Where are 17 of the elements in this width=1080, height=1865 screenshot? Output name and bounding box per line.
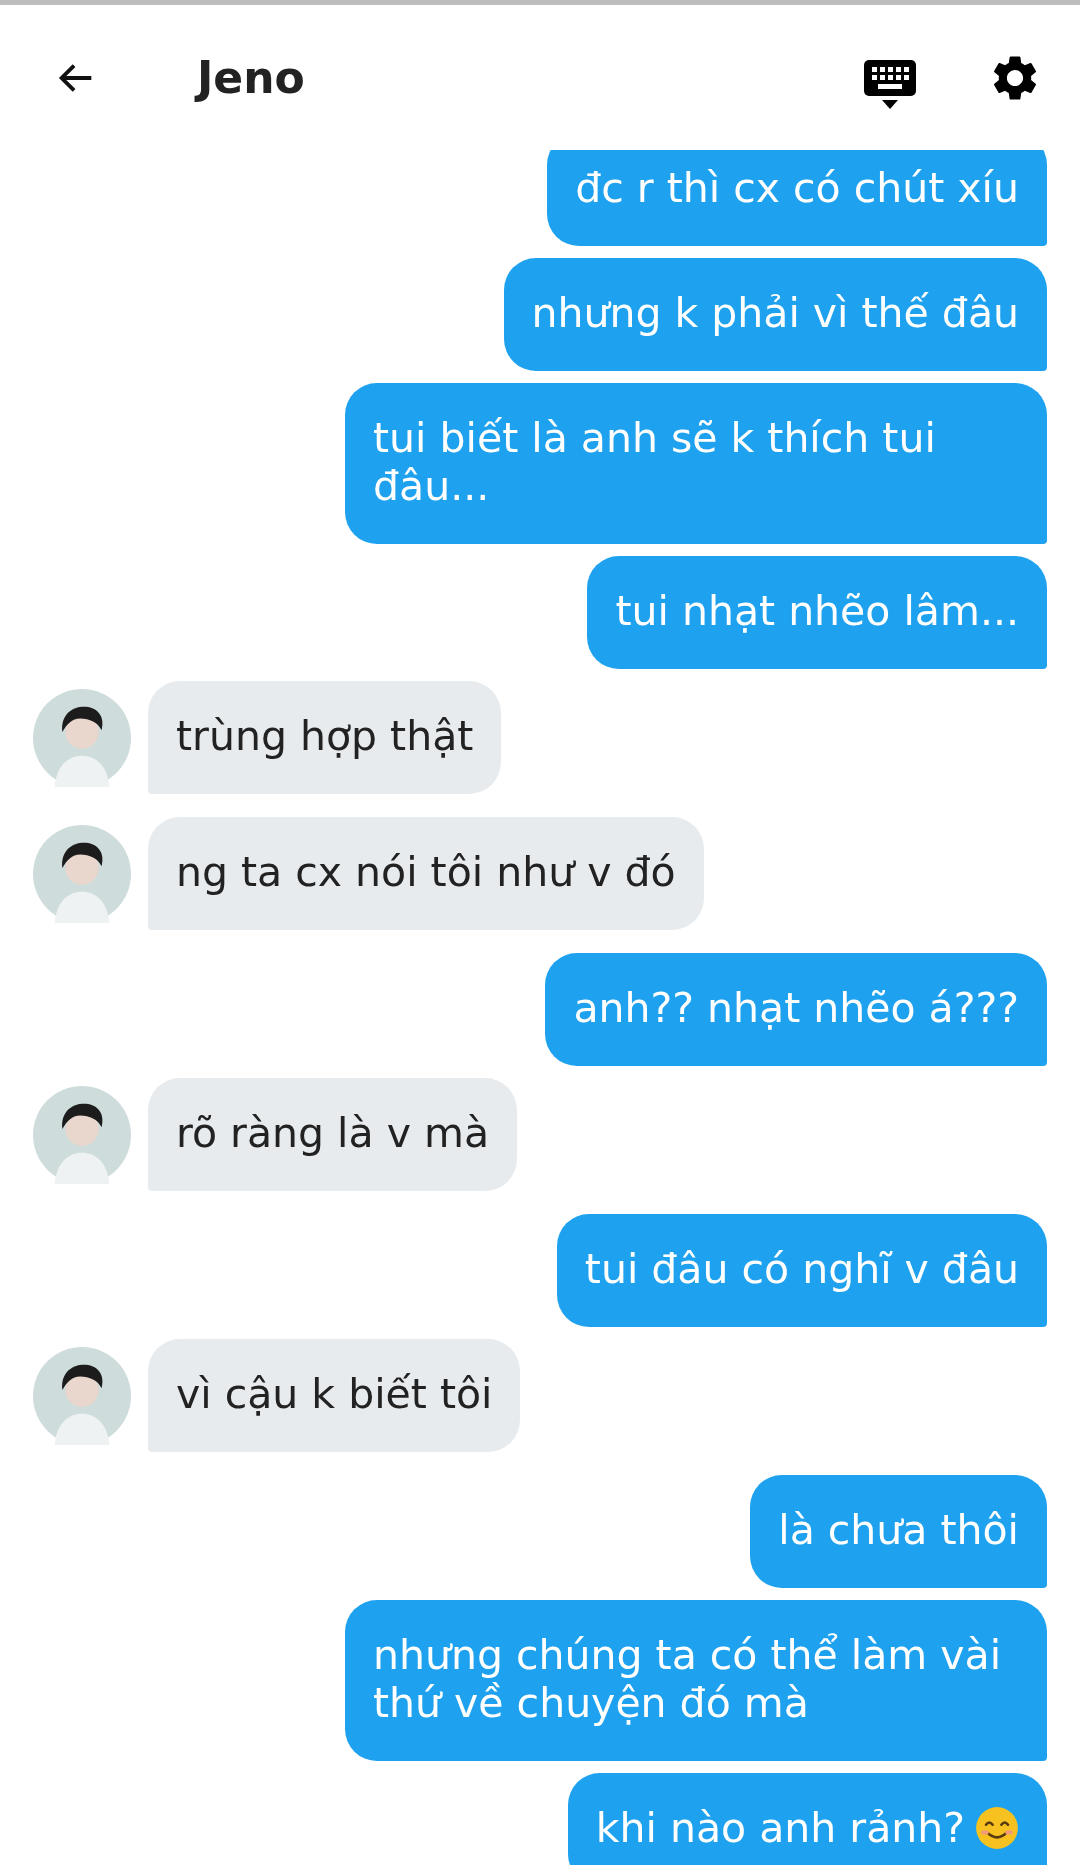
message-bubble: vì cậu k biết tôi (148, 1339, 521, 1452)
avatar-icon[interactable] (33, 1346, 131, 1445)
message-bubble: tui đâu có nghĩ v đâu (556, 1214, 1047, 1327)
avatar-icon[interactable] (33, 1085, 131, 1184)
message-bubble: ng ta cx nói tôi như v đó (148, 817, 704, 930)
avatar-icon[interactable] (33, 824, 131, 923)
avatar-icon[interactable] (33, 688, 131, 787)
message-bubble: đc r thì cx có chút xíu (547, 150, 1047, 246)
message-bubble: tui nhạt nhẽo lâm... (587, 556, 1047, 669)
message-bubble: rõ ràng là v mà (148, 1078, 517, 1191)
message-bubble: tui biết là anh sẽ k thích tui đâu... (345, 383, 1047, 544)
message-bubble: nhưng k phải vì thế đâu (503, 258, 1047, 371)
message-bubble: là chưa thôi (750, 1475, 1047, 1588)
message-bubble: nhưng chúng ta có thể làm vài thứ về chuyện đó mà (345, 1600, 1047, 1761)
message-bubble: anh?? nhạt nhẽo á??? (545, 953, 1047, 1066)
message-bubble: trùng hợp thật (148, 681, 502, 794)
message-bubble: khi nào anh rảnh? (567, 1773, 1047, 1865)
